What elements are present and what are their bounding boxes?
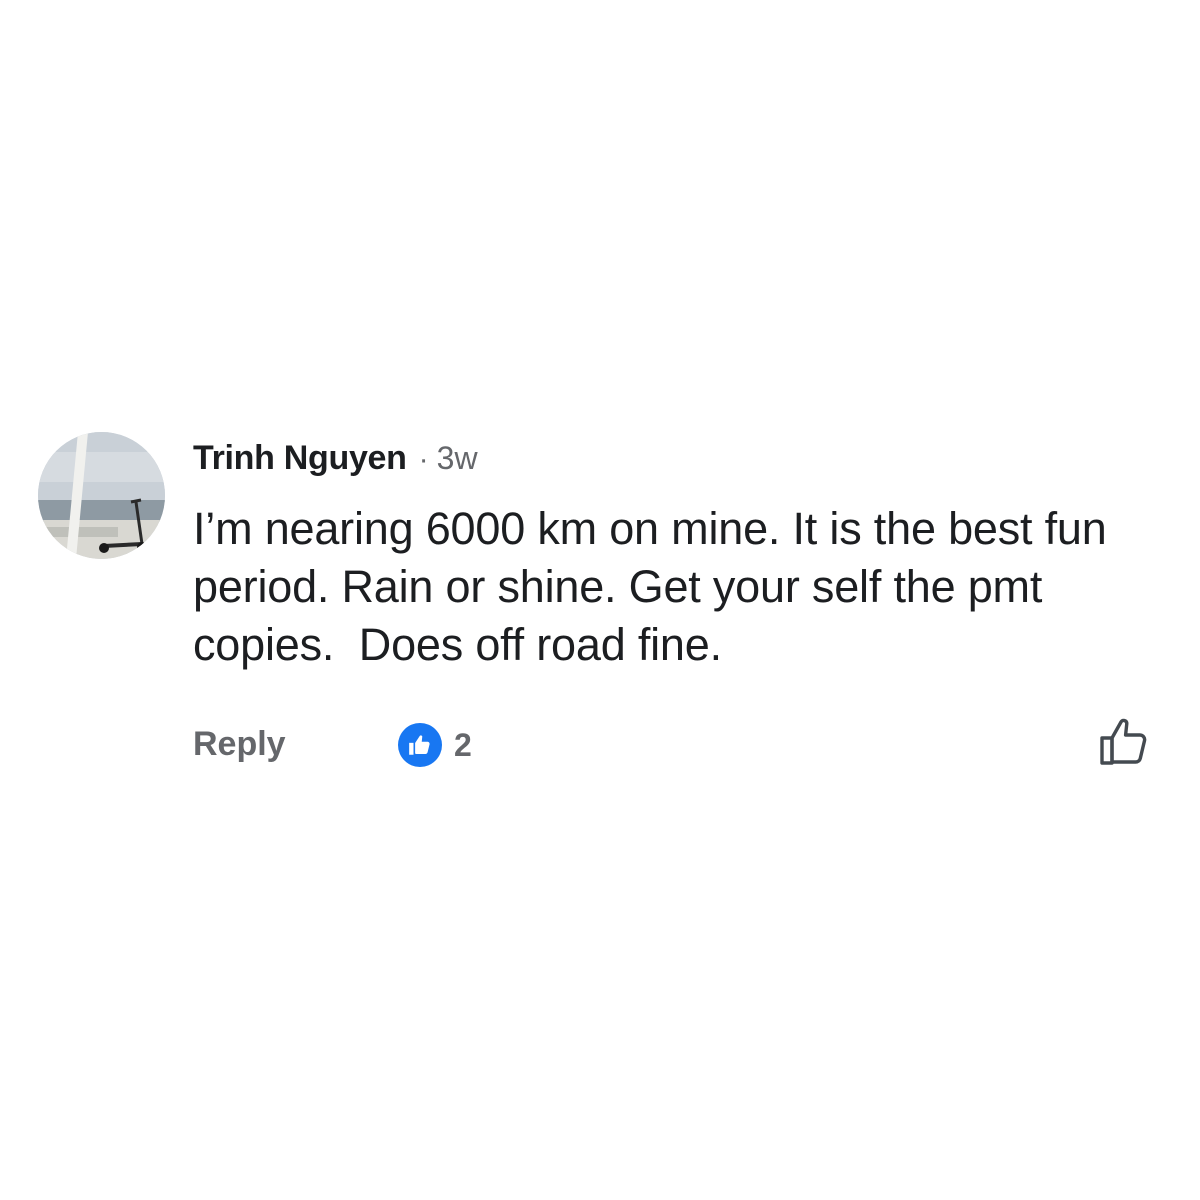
reply-button[interactable]: Reply — [193, 724, 286, 764]
comment-text: I’m nearing 6000 km on mine. It is the b… — [193, 503, 1119, 670]
thumbs-up-outline-icon — [1100, 718, 1147, 765]
like-reaction-icon — [398, 723, 442, 767]
reaction-count: 2 — [454, 726, 472, 763]
author-name[interactable]: Trinh Nguyen — [193, 439, 407, 477]
avatar-photo — [38, 432, 165, 559]
page: Trinh Nguyen · 3w I’m nearing 6000 km on m… — [0, 0, 1200, 1200]
comment-actions: Reply 2 — [193, 718, 1168, 772]
avatar[interactable] — [38, 432, 165, 559]
timestamp[interactable]: 3w — [437, 440, 478, 476]
comment-header: Trinh Nguyen · 3w — [193, 436, 478, 482]
reaction-summary[interactable]: 2 — [398, 722, 472, 768]
separator-dot: · — [418, 443, 429, 476]
like-button[interactable] — [1096, 714, 1152, 770]
